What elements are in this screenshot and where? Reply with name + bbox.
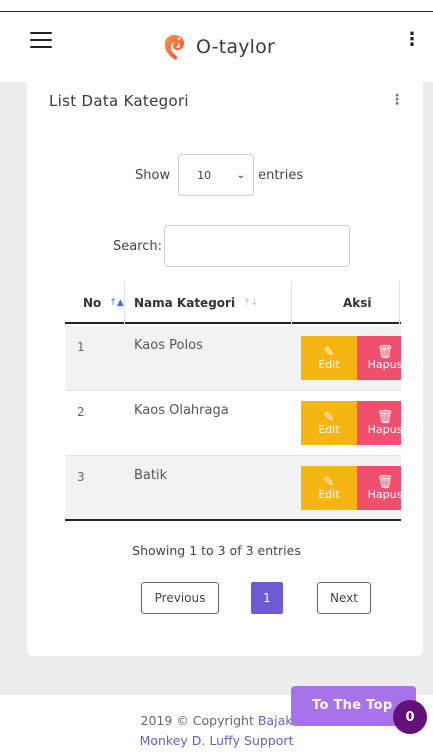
chevron-down-icon: ⌄ — [236, 169, 246, 181]
table-header: No ↑▲ Nama Kategori ↑↓ Aksi — [65, 281, 401, 324]
pagination: Previous 1 Next — [0, 582, 433, 614]
cell-no: 2 — [77, 405, 85, 419]
column-header-no[interactable]: No ↑▲ — [83, 281, 124, 324]
data-table: No ↑▲ Nama Kategori ↑↓ Aksi 1 Kaos Polos… — [65, 281, 401, 521]
table-row: 1 Kaos Polos ✎ Edit 🗑 Hapus — [65, 326, 401, 391]
delete-button[interactable]: 🗑 Hapus — [357, 466, 401, 510]
edit-button[interactable]: ✎ Edit — [301, 466, 357, 510]
search-input[interactable] — [164, 225, 351, 267]
edit-button[interactable]: ✎ Edit — [301, 336, 357, 380]
table-bottom-rule — [65, 519, 401, 521]
entries-select[interactable]: 10 ⌄ — [178, 154, 255, 196]
delete-label: Hapus — [367, 358, 401, 371]
cell-nama: Batik — [134, 468, 168, 483]
sort-asc-icon: ↑▲ — [109, 297, 124, 308]
brand[interactable]: O-taylor — [162, 33, 275, 61]
card-menu-icon[interactable]: ⋮ — [390, 92, 404, 108]
entries-label: entries — [258, 167, 304, 183]
delete-button[interactable]: 🗑 Hapus — [357, 336, 401, 380]
cell-nama: Kaos Olahraga — [134, 403, 229, 418]
copyright-text: 2019 © Copyright — [140, 713, 254, 728]
edit-label: Edit — [318, 423, 340, 436]
table-row: 3 Batik ✎ Edit 🗑 Hapus — [65, 456, 401, 521]
column-header-nama[interactable]: Nama Kategori ↑↓ — [134, 281, 258, 324]
hamburger-icon[interactable] — [30, 32, 52, 49]
category-card: List Data Kategori ⋮ Show 10 ⌄ entries S… — [27, 70, 423, 656]
sort-icon: ↑↓ — [243, 297, 259, 308]
card-title: List Data Kategori — [49, 92, 189, 110]
divider — [124, 281, 125, 324]
kebab-icon[interactable]: ⋮ — [403, 31, 421, 49]
notification-badge[interactable]: 0 — [393, 700, 427, 734]
chameleon-logo-icon — [164, 35, 184, 60]
column-header-aksi: Aksi — [343, 281, 372, 324]
search-control: Search: — [113, 225, 351, 267]
previous-button[interactable]: Previous — [141, 582, 219, 614]
brand-name: O-taylor — [196, 36, 275, 58]
length-control: Show 10 ⌄ entries — [135, 154, 303, 196]
edit-label: Edit — [318, 488, 340, 501]
column-label-no: No — [83, 295, 102, 310]
table-row: 2 Kaos Olahraga ✎ Edit 🗑 Hapus — [65, 391, 401, 456]
cell-no: 1 — [77, 340, 85, 354]
next-button[interactable]: Next — [317, 582, 371, 614]
divider — [399, 281, 400, 324]
column-label-aksi: Aksi — [343, 295, 372, 310]
delete-label: Hapus — [367, 423, 401, 436]
divider — [291, 281, 292, 324]
edit-label: Edit — [318, 358, 340, 371]
page-button-current[interactable]: 1 — [251, 582, 283, 614]
cell-no: 3 — [77, 470, 85, 484]
top-border — [0, 0, 433, 12]
footer-link-bajak[interactable]: Bajak — [258, 713, 293, 728]
footer-link-support[interactable]: Support — [244, 733, 293, 748]
table-info: Showing 1 to 3 of 3 entries — [132, 543, 301, 558]
search-label: Search: — [113, 238, 163, 254]
show-label: Show — [135, 167, 171, 183]
column-label-nama: Nama Kategori — [134, 295, 236, 310]
cell-nama: Kaos Polos — [134, 338, 203, 353]
entries-select-value: 10 — [197, 168, 212, 182]
delete-button[interactable]: 🗑 Hapus — [357, 401, 401, 445]
delete-label: Hapus — [367, 488, 401, 501]
footer-link-author[interactable]: Monkey D. Luffy — [140, 733, 240, 748]
edit-button[interactable]: ✎ Edit — [301, 401, 357, 445]
